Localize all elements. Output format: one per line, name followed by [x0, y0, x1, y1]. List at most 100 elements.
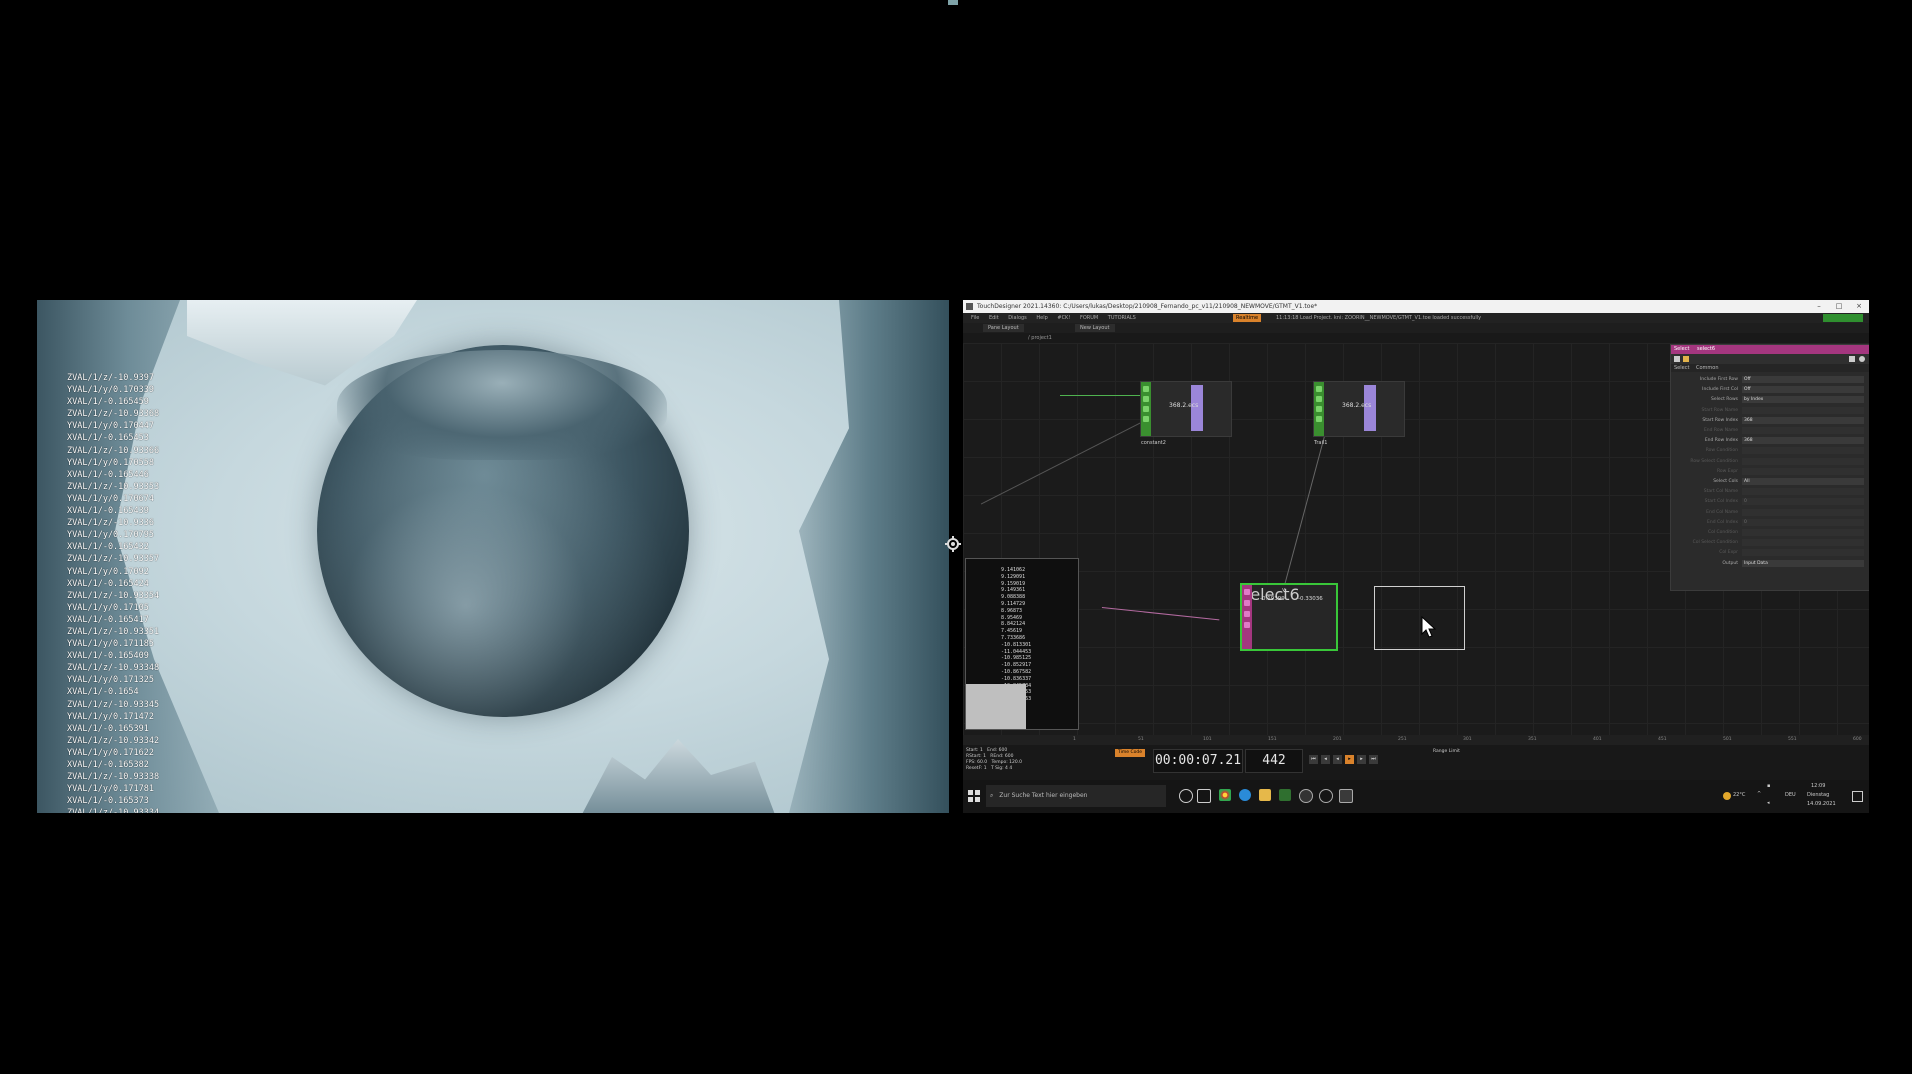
weather-icon[interactable] [1723, 792, 1731, 800]
table-viewer[interactable]: 9.141062 9.129091 9.159019 9.149361 9.088388… [965, 558, 1079, 730]
reset-value[interactable]: 1 [984, 766, 987, 771]
frame-display[interactable]: 442 [1245, 749, 1303, 773]
clock-time[interactable]: 12:09 [1811, 783, 1825, 789]
parameter-value[interactable] [1742, 457, 1864, 465]
node-flag-icon[interactable] [1316, 396, 1322, 402]
parameter-value[interactable]: 368 [1742, 416, 1864, 424]
menu-edit[interactable]: Edit [989, 315, 999, 321]
node-label[interactable]: constant2 [1141, 440, 1166, 446]
end-value[interactable]: 600 [999, 748, 1008, 753]
parameter-value[interactable] [1742, 539, 1864, 547]
minimize-button[interactable]: – [1809, 300, 1829, 313]
timecode-display[interactable]: 00:00:07.21 [1153, 749, 1243, 773]
timeline-ruler[interactable]: 1 51 101 151 201 251 301 351 401 451 501 551 600 [963, 735, 1869, 745]
parameter-value[interactable]: by Index [1742, 396, 1864, 404]
rewind-icon[interactable]: ⏮ [1309, 755, 1318, 764]
network-path[interactable]: / project1 [1028, 333, 1052, 343]
node-flag-icon[interactable] [1316, 406, 1322, 412]
info-icon[interactable] [1683, 356, 1689, 362]
parameter-value[interactable] [1742, 529, 1864, 536]
obs-icon[interactable] [1319, 789, 1333, 803]
close-button[interactable]: × [1849, 300, 1869, 313]
play-icon[interactable]: ▸ [1345, 755, 1354, 764]
menu-bar: File Edit Dialogs Help #CK! FORUM TUTORI… [963, 313, 1869, 323]
node-label[interactable]: Trail1 [1314, 440, 1327, 446]
trail-node[interactable]: 368.2.ecs Trail1 [1313, 381, 1405, 446]
microphone-icon[interactable]: ▪ [1767, 783, 1770, 789]
parameter-value[interactable] [1742, 406, 1864, 414]
add-icon[interactable] [1849, 356, 1855, 362]
node-flag-icon[interactable] [1244, 611, 1250, 617]
windows-start-icon[interactable] [968, 790, 980, 802]
edge-icon[interactable] [1239, 789, 1251, 801]
touchdesigner-icon[interactable] [1339, 789, 1353, 803]
parameter-value[interactable] [1742, 447, 1864, 455]
menu-help[interactable]: Help [1036, 315, 1047, 321]
keyboard-language[interactable]: DEU [1785, 792, 1796, 798]
node-flag-icon[interactable] [1143, 416, 1149, 422]
volume-icon[interactable]: ◂ [1767, 800, 1770, 806]
pycharm-icon[interactable] [1279, 789, 1291, 801]
temperature[interactable]: 22°C [1733, 792, 1745, 798]
notifications-icon[interactable] [1852, 791, 1863, 802]
tempo-value[interactable]: 120.0 [1009, 760, 1022, 765]
node-flag-icon[interactable] [1143, 386, 1149, 392]
play-reverse-icon[interactable]: ◂ [1333, 755, 1342, 764]
file-explorer-icon[interactable] [1259, 789, 1271, 801]
chrome-icon[interactable] [1219, 789, 1231, 801]
help-icon[interactable] [1674, 356, 1680, 362]
tab-new-layout[interactable]: New Layout [1075, 324, 1115, 332]
maximize-button[interactable]: □ [1829, 300, 1849, 313]
network-editor[interactable]: 368.2.ecs constant2 368.2.ecs Trail1 9.1… [963, 343, 1869, 735]
menu-tutorials[interactable]: TUTORIALS [1108, 315, 1136, 321]
menu-file[interactable]: File [971, 315, 979, 321]
node-flag-icon[interactable] [1244, 589, 1250, 595]
step-forward-icon[interactable]: ▸ [1357, 755, 1366, 764]
menu-ck[interactable]: #CK! [1057, 315, 1070, 321]
parameter-value[interactable] [1742, 549, 1864, 557]
tab-common[interactable]: Common [1696, 364, 1719, 372]
fps-value[interactable]: 60.0 [977, 760, 987, 765]
node-flag-icon[interactable] [1244, 600, 1250, 606]
op-name[interactable]: select6 [1697, 346, 1715, 352]
tab-pane-layout[interactable]: Pane Layout [983, 324, 1024, 332]
task-view-icon[interactable] [1197, 789, 1211, 803]
window-title: TouchDesigner 2021.14360: C:/Users/lukas… [977, 303, 1318, 310]
tsig-value[interactable]: 4 4 [1005, 766, 1012, 771]
parameter-value[interactable]: Off [1742, 386, 1864, 394]
unreal-icon[interactable] [1299, 789, 1313, 803]
timecode-toggle[interactable]: Time Code [1115, 749, 1145, 757]
node-flag-icon[interactable] [1316, 386, 1322, 392]
cortana-icon[interactable] [1179, 789, 1193, 803]
realtime-toggle[interactable]: Realtime [1233, 314, 1262, 322]
rstart-value[interactable]: 1 [983, 754, 986, 759]
settings-icon[interactable] [1859, 356, 1865, 362]
select-node[interactable]: v -0.19399 -0.33036 select6 [1240, 583, 1338, 651]
parameter-value[interactable] [1742, 488, 1864, 496]
rend-value[interactable]: 600 [1005, 754, 1014, 759]
parameter-value[interactable]: Input Data [1742, 559, 1864, 567]
taskbar-search-input[interactable]: ⌕ Zur Suche Text hier eingeben [986, 785, 1166, 807]
parameter-value[interactable]: 0 [1742, 498, 1864, 506]
move-handle-icon[interactable] [945, 536, 961, 552]
parameter-value[interactable]: 0 [1742, 518, 1864, 526]
node-flag-icon[interactable] [1143, 406, 1149, 412]
parameter-value[interactable] [1742, 508, 1864, 516]
fast-forward-icon[interactable]: ⏭ [1369, 755, 1378, 764]
step-back-icon[interactable]: ◂ [1321, 755, 1330, 764]
menu-dialogs[interactable]: Dialogs [1008, 315, 1027, 321]
parameter-value[interactable]: 368 [1742, 437, 1864, 445]
tab-select[interactable]: Select [1674, 364, 1689, 372]
constant-node[interactable]: 368.2.ecs constant2 [1140, 381, 1232, 446]
node-flag-icon[interactable] [1316, 416, 1322, 422]
parameter-value[interactable] [1742, 427, 1864, 434]
parameter-value[interactable]: Off [1742, 376, 1864, 383]
node-flag-icon[interactable] [1143, 396, 1149, 402]
start-value[interactable]: 1 [980, 748, 983, 753]
parameter-value[interactable]: All [1742, 478, 1864, 485]
timeline-tick: 451 [1658, 737, 1667, 742]
chevron-up-icon[interactable]: ^ [1757, 791, 1761, 797]
parameter-value[interactable] [1742, 467, 1864, 475]
node-flag-icon[interactable] [1244, 622, 1250, 628]
menu-forum[interactable]: FORUM [1080, 315, 1098, 321]
